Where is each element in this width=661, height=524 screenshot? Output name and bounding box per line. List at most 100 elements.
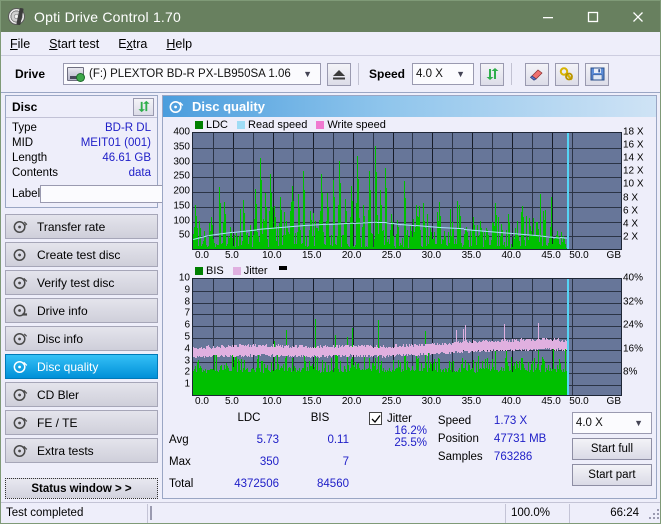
axis-tick: 6 X [623, 205, 639, 217]
sidebar-item-verify-test-disc[interactable]: Verify test disc [5, 270, 158, 295]
data-bar [427, 213, 428, 249]
sidebar-item-cd-bler[interactable]: CD Bler [5, 382, 158, 407]
grid-line [193, 207, 621, 208]
data-bar [431, 231, 432, 249]
bis-chart-legend: BIS Jitter [165, 264, 654, 278]
sidebar-item-cd-bler-label: CD Bler [37, 387, 80, 402]
sidebar-item-disc-quality[interactable]: Disc quality [5, 354, 158, 379]
sidebar-item-transfer-rate-label: Transfer rate [37, 219, 106, 234]
disc-verify-icon [13, 276, 28, 289]
speed-select[interactable]: 4.0 X ▼ [412, 63, 475, 85]
minimize-icon[interactable] [525, 1, 570, 32]
data-bar [263, 240, 264, 249]
menu-item-extra-rest: tra [132, 36, 148, 51]
data-bar [544, 227, 545, 249]
axis-tick: 50.0 [569, 250, 589, 261]
toolbar-divider-1 [358, 63, 359, 85]
axis-tick: 150 [173, 200, 190, 212]
stats-row-total-bis: 84560 [317, 478, 349, 490]
samples-stat-value: 763286 [493, 451, 533, 463]
data-bar [370, 231, 371, 249]
data-bar [529, 240, 530, 249]
sidebar-item-drive-info[interactable]: Drive info [5, 298, 158, 323]
disc-panel-header: Disc [6, 96, 157, 118]
status-window-button[interactable]: Status window > > [5, 478, 158, 499]
data-bar [535, 235, 536, 249]
data-bar [364, 215, 365, 249]
axis-tick: 3 [184, 355, 190, 367]
data-bar [363, 237, 364, 249]
start-part-button[interactable]: Start part [571, 464, 652, 486]
data-bar [448, 232, 449, 249]
ldc-y-axis-left: 400 350 300 250 200 150 100 50 [165, 127, 192, 250]
disc-row-mid-value: MEIT01 (001) [80, 137, 151, 149]
data-bar [300, 229, 301, 249]
data-bar [465, 229, 466, 249]
bis-plot-area [192, 278, 622, 396]
bis-x-axis-row: 0.0 5.0 10.0 15.0 20.0 25.0 30.0 35.0 40.0 45.0 50… [165, 396, 654, 409]
save-button[interactable] [585, 62, 610, 86]
disc-row-mid: MID MEIT01 (001) [12, 136, 151, 151]
test-speed-select[interactable]: 4.0 X ▼ [571, 412, 652, 434]
bis-y-axis-right: 40% 32% 24% 16% 8% [622, 273, 654, 396]
menu-item-file[interactable]: File [10, 37, 30, 51]
data-bar [356, 202, 357, 249]
disc-label-row: Label [12, 184, 245, 203]
data-bar [551, 196, 552, 249]
jitter-checkbox-row[interactable]: Jitter [369, 412, 432, 425]
main-panel-title: Disc quality [192, 99, 265, 114]
data-bar [228, 238, 229, 249]
data-bar [284, 240, 285, 249]
legend-swatch-read-speed [237, 121, 246, 129]
sidebar-item-drive-info-label: Drive info [37, 303, 88, 318]
bis-x-axis-spacer [165, 396, 192, 409]
bis-chart-container: BIS Jitter 10 9 8 7 6 5 4 3 2 1 40% 32% 24% 16% 8% 0.… [163, 263, 656, 409]
sidebar-item-transfer-rate[interactable]: Transfer rate [5, 214, 158, 239]
data-bar [564, 239, 565, 249]
sidebar-item-fe-te[interactable]: FE / TE [5, 410, 158, 435]
series-line [376, 221, 385, 223]
start-full-button[interactable]: Start full [571, 438, 652, 460]
eject-button[interactable] [327, 62, 351, 86]
disc-burn-icon [13, 248, 26, 261]
status-message: Test completed [1, 503, 148, 523]
data-bar [415, 226, 416, 249]
data-bar [286, 239, 287, 249]
data-bar [477, 224, 478, 249]
refresh-button[interactable] [480, 62, 505, 86]
maximize-icon[interactable] [570, 1, 615, 32]
data-bar [467, 232, 468, 249]
close-icon[interactable] [615, 1, 660, 32]
axis-tick: 5.0 [224, 250, 239, 261]
menu-item-extra[interactable]: Extra [118, 37, 147, 51]
sidebar-item-extra-tests[interactable]: Extra tests [5, 438, 158, 463]
chevron-down-icon: ▼ [634, 418, 643, 428]
disc-row-length-value: 46.61 GB [102, 152, 151, 164]
position-stat-row: Position 47731 MB [438, 430, 568, 448]
resize-grip-icon[interactable] [646, 506, 660, 520]
disc-refresh-button[interactable] [133, 97, 154, 116]
jitter-checkbox[interactable] [369, 412, 382, 425]
sidebar-item-create-test-disc[interactable]: Create test disc [5, 242, 158, 267]
erase-button[interactable] [525, 62, 550, 86]
disc-bler-icon [13, 388, 28, 401]
menu-item-start-test[interactable]: Start test [49, 37, 99, 51]
data-bar [288, 231, 289, 249]
tools-button[interactable] [555, 62, 580, 86]
data-bar [413, 219, 414, 249]
elapsed-time: 66:24 [610, 507, 639, 519]
data-bar [234, 235, 235, 249]
legend-item-jitter: Jitter [232, 265, 268, 277]
disc-row-contents: Contents data [12, 166, 151, 181]
drive-select[interactable]: (F:) PLEXTOR BD-R PX-LB950SA 1.06 ▼ [63, 63, 321, 85]
sidebar-item-create-test-disc-label: Create test disc [37, 247, 121, 262]
axis-tick: 7 [184, 307, 190, 319]
sidebar-item-disc-info[interactable]: Disc info [5, 326, 158, 351]
main-panel: Disc quality LDC Read speed Write speed … [162, 95, 657, 499]
disc-panel: Disc Type BD-R DL MID MEIT01 (001) Lengt… [5, 95, 245, 208]
axis-tick: 30.0 [421, 250, 442, 261]
menu-item-help[interactable]: Help [166, 37, 192, 51]
grid-line [193, 303, 621, 304]
disc-fete-icon [13, 416, 28, 429]
jitter-checkbox-label: Jitter [387, 412, 412, 425]
